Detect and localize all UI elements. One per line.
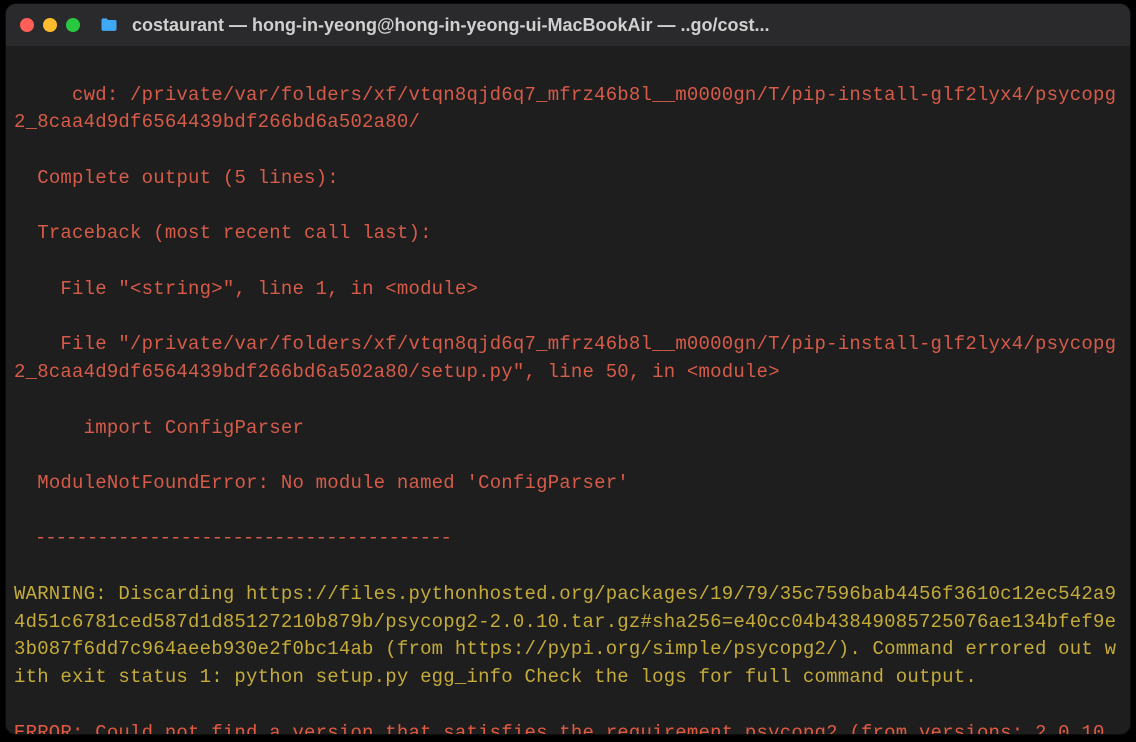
error-line: ERROR: Could not find a version that sat…: [14, 720, 1122, 734]
close-button[interactable]: [20, 18, 34, 32]
terminal-window: costaurant — hong-in-yeong@hong-in-yeong…: [6, 4, 1130, 734]
output-line: Traceback (most recent call last):: [14, 220, 1122, 248]
folder-icon: [99, 15, 119, 35]
output-line: Complete output (5 lines):: [14, 165, 1122, 193]
titlebar[interactable]: costaurant — hong-in-yeong@hong-in-yeong…: [6, 4, 1130, 46]
output-line: File "<string>", line 1, in <module>: [14, 276, 1122, 304]
terminal-content[interactable]: cwd: /private/var/folders/xf/vtqn8qjd6q7…: [6, 46, 1130, 734]
output-line: ModuleNotFoundError: No module named 'Co…: [14, 470, 1122, 498]
output-line: cwd: /private/var/folders/xf/vtqn8qjd6q7…: [14, 82, 1122, 137]
output-line: import ConfigParser: [14, 415, 1122, 443]
minimize-button[interactable]: [43, 18, 57, 32]
window-title: costaurant — hong-in-yeong@hong-in-yeong…: [132, 15, 770, 36]
divider-line: ----------------------------------------: [14, 525, 1122, 553]
warning-line: WARNING: Discarding https://files.python…: [14, 581, 1122, 692]
output-line: File "/private/var/folders/xf/vtqn8qjd6q…: [14, 331, 1122, 386]
maximize-button[interactable]: [66, 18, 80, 32]
